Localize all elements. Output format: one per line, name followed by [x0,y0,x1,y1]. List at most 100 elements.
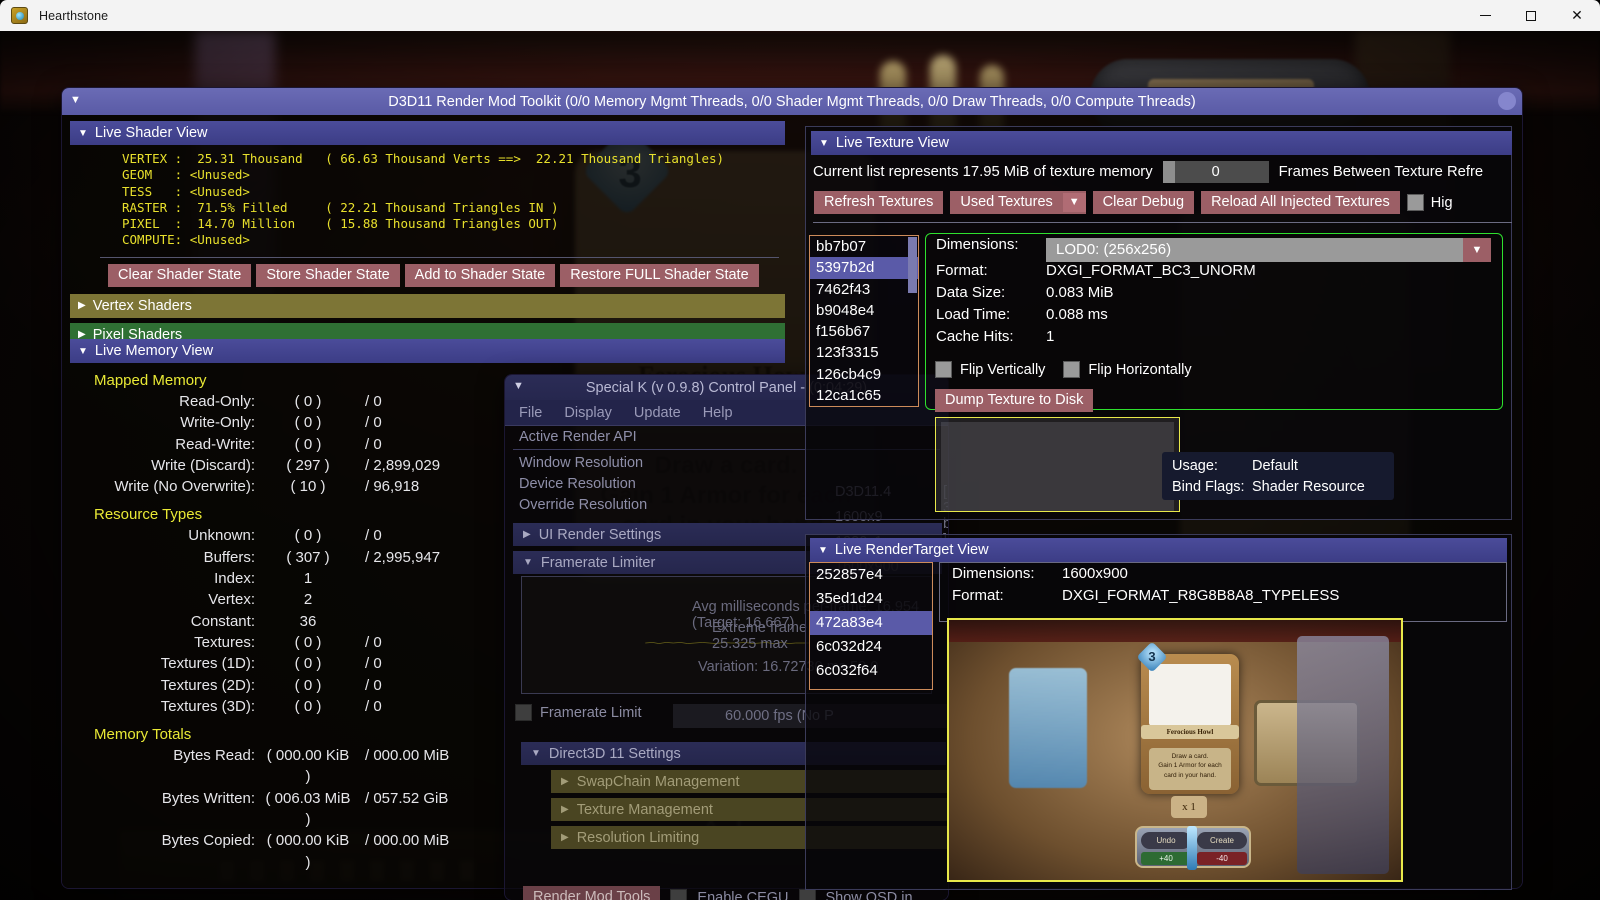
chevron-right-icon: ▶ [78,300,86,311]
memory-row-total: / 000.00 MiB [365,832,450,850]
menu-display[interactable]: Display [564,405,612,421]
rt-preview-green-value: +40 [1141,852,1191,865]
chevron-down-icon: ▼ [78,345,88,357]
minimize-button[interactable] [1462,0,1508,31]
show-osd-label: Show OSD in [825,889,913,900]
window-controls: ✕ [1462,0,1600,31]
menu-update[interactable]: Update [634,405,681,421]
bind-flags-value: Shader Resource [1252,479,1365,495]
clear-shader-state-button[interactable]: Clear Shader State [108,263,252,287]
rendertarget-list-item[interactable]: 252857e4 [810,563,932,587]
memory-row-total: / 96,918 [365,478,420,496]
texture-list-item[interactable]: 138d5a47 [810,406,918,407]
framerate-limit-row: Framerate Limit 60.000 fps (No P [515,704,948,728]
collapse-caret-icon[interactable]: ▼ [70,94,81,106]
enable-cegui-checkbox[interactable] [670,889,688,900]
rendertarget-list-item[interactable]: 6c032f64 [810,659,932,683]
menu-file[interactable]: File [519,405,542,421]
memory-row-label: Bytes Written: [161,789,255,807]
live-texture-view-header[interactable]: ▼ Live Texture View [811,131,1512,155]
texture-lod-value: LOD0: (256x256) [1056,241,1172,258]
memory-row-total [351,568,491,589]
d3d-window-titlebar[interactable]: ▼ D3D11 Render Mod Toolkit (0/0 Memory M… [62,88,1522,115]
chevron-down-icon[interactable]: ▼ [1463,238,1491,262]
texture-management-label: Texture Management [576,801,713,818]
texture-load-time-value: 0.088 ms [1046,306,1108,323]
vertex-shaders-section[interactable]: ▶ Vertex Shaders [70,293,785,318]
flip-controls-row: Flip Vertically Flip Horizontally [935,361,1192,378]
texture-list-item[interactable]: 5397b2d [810,257,918,279]
memory-row-label: Textures (2D): [160,676,255,694]
live-memory-view-label: Live Memory View [94,343,214,359]
texture-list-item[interactable]: 7462f43 [810,279,918,300]
chevron-right-icon: ▶ [523,529,531,540]
chevron-down-icon: ▼ [523,557,533,568]
live-memory-view-header[interactable]: ▼ Live Memory View [70,339,785,363]
maximize-button[interactable] [1508,0,1554,31]
window-resize-dot[interactable] [1498,92,1516,110]
texture-filter-combo[interactable]: Used Textures ▼ [950,191,1086,214]
shader-state-buttons: Clear Shader State Store Shader State Ad… [70,263,785,287]
clear-debug-button[interactable]: Clear Debug [1092,191,1195,214]
frames-between-refresh-input[interactable]: 0 [1162,161,1269,183]
reload-all-injected-textures-button[interactable]: Reload All Injected Textures [1201,191,1400,214]
memory-row-total: / 0 [365,676,382,694]
highlight-checkbox[interactable] [1406,194,1424,211]
vertex-shaders-label: Vertex Shaders [92,297,192,314]
memory-row-value: ( 0 ) [294,414,322,432]
close-button[interactable]: ✕ [1554,0,1600,31]
memory-row-total: / 0 [365,697,382,715]
framerate-limit-checkbox[interactable] [515,704,532,721]
menu-help[interactable]: Help [703,405,733,421]
flip-horizontally-checkbox[interactable] [1063,361,1081,378]
texture-detail-panel: Dimensions: LOD0: (256x256) ▼ Format: DX… [925,233,1503,412]
memory-row-label: Unknown: [188,527,255,545]
chevron-down-icon[interactable]: ▼ [1062,193,1086,212]
refresh-textures-button[interactable]: Refresh Textures [814,191,944,214]
rendertarget-list-item[interactable]: 6c032d24 [810,635,932,659]
os-window: Hearthstone ✕ 3 Ferocious Howl Draw a ca… [0,0,1600,900]
flip-vertically-checkbox[interactable] [935,361,952,378]
live-shader-view-header[interactable]: ▼ Live Shader View [70,121,785,145]
texture-toolbar-separator [813,222,1512,223]
texture-list-items: bb7b07 5397b2d 7462f43 b9048e4 f156b67 123f33… [810,236,918,407]
texture-filter-value: Used Textures [960,194,1053,210]
texture-data-size-value: 0.083 MiB [1046,284,1114,301]
texture-list-item[interactable]: f156b67 [810,321,918,342]
memory-row-label: Textures (1D): [160,655,255,673]
enable-cegui-label: Enable CEGU [697,889,789,900]
rt-preview-card-cost: 3 [1148,649,1156,664]
memory-row-label: Textures (3D): [160,697,255,715]
live-rendertarget-view-header[interactable]: ▼ Live RenderTarget View [810,538,1507,562]
render-mod-tools-button[interactable]: Render Mod Tools [523,886,661,900]
restore-full-shader-state-button[interactable]: Restore FULL Shader State [560,263,759,287]
add-to-shader-state-button[interactable]: Add to Shader State [404,263,556,287]
memory-row-value: ( 000.00 KiB ) [266,747,350,786]
collapse-caret-icon[interactable]: ▼ [513,380,524,392]
chevron-right-icon: ▶ [561,832,569,843]
memory-row-value: 36 [299,612,317,630]
memory-row-label: Constant: [190,612,255,630]
texture-list[interactable]: bb7b07 5397b2d 7462f43 b9048e4 f156b67 123f33… [809,235,919,407]
texture-list-item[interactable]: 126cb4c9 [810,364,918,385]
memory-row-total: / 0 [365,393,382,410]
texture-lod-combo[interactable]: LOD0: (256x256) ▼ [1046,238,1491,262]
store-shader-state-button[interactable]: Store Shader State [256,263,400,287]
rendertarget-list[interactable]: 252857e4 35ed1d24 472a83e4 6c032d24 6c032f64 [809,562,933,690]
rt-format-label: Format: [952,587,1004,604]
window-titlebar: Hearthstone ✕ [0,0,1600,31]
rendertarget-list-item[interactable]: 472a83e4 [810,611,932,635]
memory-row-total: / 2,995,947 [365,548,441,566]
texture-list-scrollbar[interactable] [908,237,917,293]
chevron-down-icon: ▼ [78,127,88,139]
texture-list-item[interactable]: 123f3315 [810,342,918,363]
texture-list-item[interactable]: b9048e4 [810,300,918,321]
rendertarget-list-item[interactable]: 35ed1d24 [810,587,932,611]
texture-list-item[interactable]: bb7b07 [810,236,918,257]
framerate-limiter-label: Framerate Limiter [540,554,656,571]
texture-list-item[interactable]: 12ca1c65 [810,385,918,406]
shader-separator [100,256,779,258]
show-osd-checkbox[interactable] [798,889,816,900]
dump-texture-to-disk-button[interactable]: Dump Texture to Disk [935,389,1094,412]
memory-row-value: ( 0 ) [294,697,322,715]
